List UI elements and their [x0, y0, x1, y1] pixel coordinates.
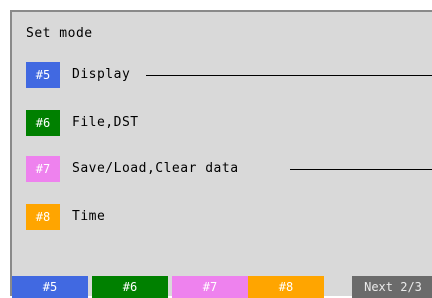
- next-page-button[interactable]: Next 2/3: [352, 276, 432, 298]
- set-mode-screen: Set mode #5 Display #6 File,DST #7 Save/…: [10, 10, 432, 298]
- fkey-7[interactable]: #7: [172, 276, 248, 298]
- fkey-6[interactable]: #6: [92, 276, 168, 298]
- key-badge-5[interactable]: #5: [26, 62, 60, 88]
- menu-label-time: Time: [72, 209, 106, 224]
- function-key-bar: #5 #6 #7 #8 Next 2/3: [12, 274, 432, 298]
- menu-label-save-load: Save/Load,Clear data: [72, 161, 239, 176]
- key-badge-7[interactable]: #7: [26, 156, 60, 182]
- page-title: Set mode: [26, 26, 93, 41]
- key-badge-6[interactable]: #6: [26, 110, 60, 136]
- menu-label-file-dst: File,DST: [72, 115, 139, 130]
- fkey-8[interactable]: #8: [248, 276, 324, 298]
- menu-item-display[interactable]: #5 Display: [26, 62, 432, 88]
- fkey-5[interactable]: #5: [12, 276, 88, 298]
- menu-item-file-dst[interactable]: #6 File,DST: [26, 110, 432, 136]
- connector-line: [290, 169, 432, 170]
- key-badge-8[interactable]: #8: [26, 204, 60, 230]
- menu-item-save-load[interactable]: #7 Save/Load,Clear data: [26, 156, 432, 182]
- menu-label-display: Display: [72, 67, 131, 82]
- menu-item-time[interactable]: #8 Time: [26, 204, 432, 230]
- connector-line: [146, 75, 432, 76]
